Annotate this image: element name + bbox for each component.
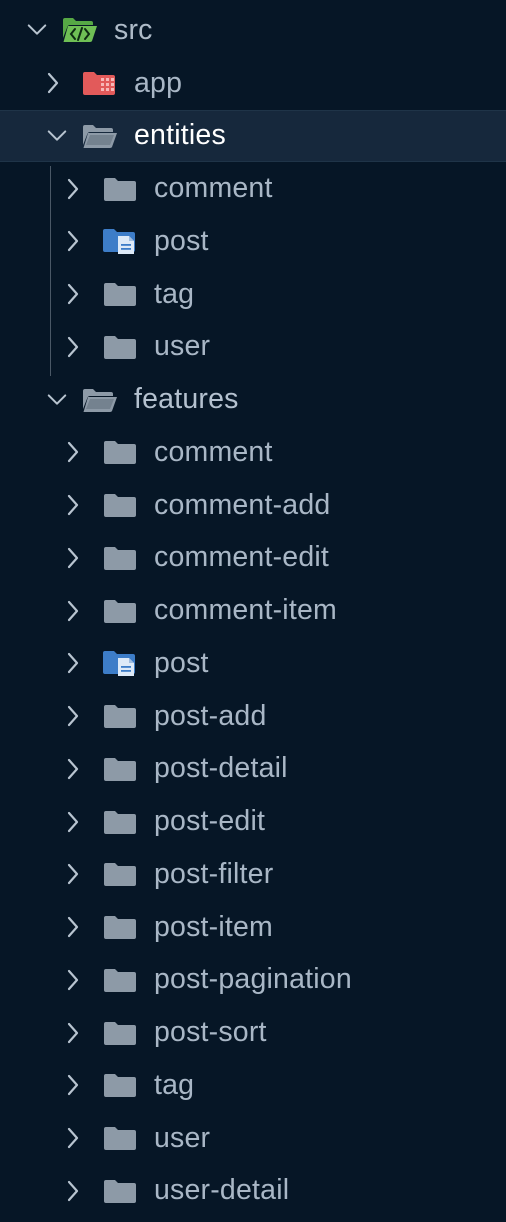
tree-item-app[interactable]: app [0,57,506,110]
folder-post-icon [102,227,138,255]
folder-icon [102,280,138,308]
folder-app-icon [82,69,118,97]
chevron-right-icon[interactable] [46,72,68,94]
chevron-right-icon[interactable] [66,652,88,674]
tree-item-label: src [114,13,153,46]
folder-icon [102,544,138,572]
chevron-right-icon[interactable] [66,283,88,305]
tree-item-label: user [154,330,211,363]
chevron-right-icon[interactable] [66,1022,88,1044]
tree-item-features-user-detail[interactable]: user-detail [0,1165,506,1218]
chevron-down-icon[interactable] [26,19,48,41]
chevron-right-icon[interactable] [66,1127,88,1149]
chevron-right-icon[interactable] [66,916,88,938]
folder-icon [102,491,138,519]
folder-open-icon [82,122,118,150]
tree-item-features-comment-edit[interactable]: comment-edit [0,532,506,585]
tree-item-label: post-edit [154,805,266,838]
tree-item-src[interactable]: src [0,4,506,57]
tree-item-label: post [154,646,209,679]
tree-item-label: user [154,1121,211,1154]
tree-item-label: tag [154,277,195,310]
chevron-right-icon[interactable] [66,494,88,516]
tree-item-features-post[interactable]: post [0,637,506,690]
chevron-right-icon[interactable] [66,600,88,622]
folder-post-icon [102,649,138,677]
tree-item-features-post-add[interactable]: post-add [0,690,506,743]
folder-icon [102,597,138,625]
chevron-right-icon[interactable] [66,230,88,252]
tree-item-label: tag [154,1068,195,1101]
chevron-right-icon[interactable] [66,441,88,463]
tree-item-features-comment[interactable]: comment [0,426,506,479]
chevron-right-icon[interactable] [66,336,88,358]
folder-icon [102,755,138,783]
tree-item-entities-tag[interactable]: tag [0,268,506,321]
tree-item-features-post-sort[interactable]: post-sort [0,1006,506,1059]
tree-item-label: post-detail [154,752,288,785]
tree-item-features-post-edit[interactable]: post-edit [0,795,506,848]
tree-item-label: app [134,66,183,99]
tree-item-label: comment-edit [154,541,330,574]
tree-item-label: comment [154,172,273,205]
folder-icon [102,175,138,203]
tree-item-label: post-pagination [154,963,352,996]
tree-item-label: entities [134,119,226,152]
folder-icon [102,913,138,941]
tree-item-features-post-pagination[interactable]: post-pagination [0,954,506,1007]
file-explorer-tree: src app entities comment post tag user features… [0,4,506,1217]
folder-icon [102,808,138,836]
folder-icon [102,966,138,994]
tree-item-label: post-sort [154,1016,267,1049]
folder-icon [102,1124,138,1152]
chevron-down-icon[interactable] [46,125,68,147]
tree-item-label: comment [154,435,273,468]
chevron-down-icon[interactable] [46,389,68,411]
tree-item-label: comment-item [154,594,337,627]
folder-icon [102,438,138,466]
tree-item-features[interactable]: features [0,373,506,426]
tree-item-features-comment-item[interactable]: comment-item [0,584,506,637]
tree-item-label: features [134,383,239,416]
folder-icon [102,333,138,361]
tree-item-entities-post[interactable]: post [0,215,506,268]
folder-icon [102,860,138,888]
chevron-right-icon[interactable] [66,1180,88,1202]
tree-item-features-post-item[interactable]: post-item [0,901,506,954]
chevron-right-icon[interactable] [66,969,88,991]
tree-item-entities-user[interactable]: user [0,321,506,374]
chevron-right-icon[interactable] [66,547,88,569]
folder-icon [102,1019,138,1047]
folder-src-open-icon [62,16,98,44]
tree-item-label: post-add [154,699,267,732]
tree-item-entities[interactable]: entities [0,109,506,163]
tree-item-label: user-detail [154,1174,290,1207]
chevron-right-icon[interactable] [66,758,88,780]
chevron-right-icon[interactable] [66,1074,88,1096]
chevron-right-icon[interactable] [66,863,88,885]
folder-icon [102,1177,138,1205]
tree-item-features-comment-add[interactable]: comment-add [0,479,506,532]
chevron-right-icon[interactable] [66,705,88,727]
folder-icon [102,1071,138,1099]
chevron-right-icon[interactable] [66,811,88,833]
folder-open-icon [82,386,118,414]
tree-item-features-post-detail[interactable]: post-detail [0,743,506,796]
tree-item-label: post-item [154,910,274,943]
tree-item-entities-comment[interactable]: comment [0,162,506,215]
tree-item-features-post-filter[interactable]: post-filter [0,848,506,901]
tree-item-features-user[interactable]: user [0,1112,506,1165]
chevron-right-icon[interactable] [66,178,88,200]
tree-item-label: comment-add [154,488,331,521]
tree-item-features-tag[interactable]: tag [0,1059,506,1112]
tree-item-label: post-filter [154,857,274,890]
tree-item-label: post [154,224,209,257]
folder-icon [102,702,138,730]
